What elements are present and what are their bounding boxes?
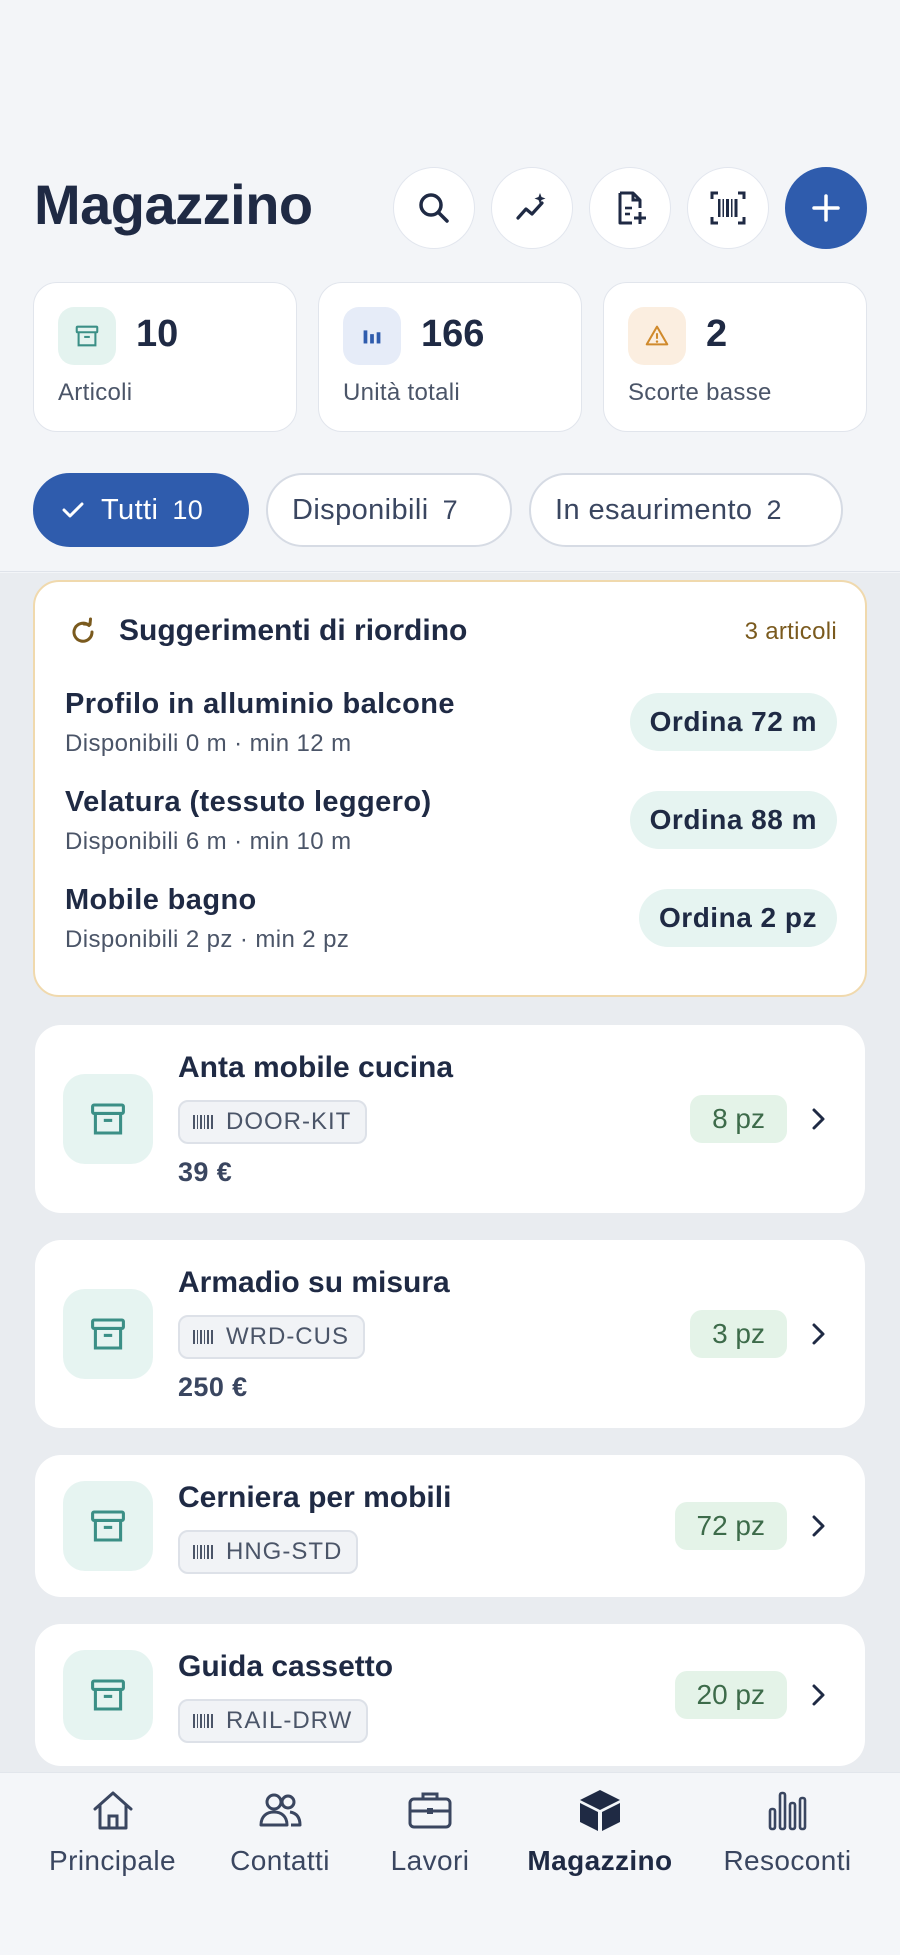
archive-icon xyxy=(58,307,116,365)
item-name: Armadio su misura xyxy=(178,1266,450,1299)
barcode-scan-icon xyxy=(710,191,746,225)
filter-label: Disponibili xyxy=(292,493,429,526)
reorder-item-name: Mobile bagno xyxy=(65,884,257,916)
home-icon xyxy=(93,1791,132,1830)
tab-contatti[interactable]: Contatti xyxy=(205,1773,355,1893)
briefcase-icon xyxy=(408,1792,452,1829)
quantity-badge: 20 pz xyxy=(674,1671,787,1719)
barcode-icon xyxy=(193,1115,213,1129)
search-icon xyxy=(419,193,449,223)
list-item[interactable]: Guida cassetto RAIL-DRW 20 pz xyxy=(35,1624,865,1766)
chevron-right-icon xyxy=(812,1323,825,1345)
filter-label: In esaurimento xyxy=(555,493,753,526)
list-item[interactable]: Anta mobile cucina DOOR-KIT 39 € 8 pz xyxy=(35,1025,865,1213)
check-icon xyxy=(62,502,84,518)
stat-label: Unità totali xyxy=(343,379,460,406)
sku-badge: DOOR-KIT xyxy=(178,1100,368,1144)
reorder-item-name: Velatura (tessuto leggero) xyxy=(65,786,432,818)
sku-text: HNG-STD xyxy=(226,1538,343,1565)
barcode-icon xyxy=(193,1714,213,1728)
quantity-badge: 72 pz xyxy=(674,1502,787,1550)
chevron-right-icon xyxy=(812,1108,825,1130)
reorder-item-detail: Disponibili 2 pz · min 2 pz xyxy=(65,926,350,953)
box-icon xyxy=(580,1790,620,1831)
bottom-tab-bar: Principale Contatti Lavori Magazzino Res… xyxy=(0,1772,900,1955)
reorder-count: 3 articoli xyxy=(744,618,837,645)
sparkle-trend-icon xyxy=(516,193,546,220)
refresh-icon xyxy=(72,617,94,643)
reorder-suggestions-card: Suggerimenti di riordino 3 articoli Prof… xyxy=(33,580,867,997)
order-button[interactable]: Ordina 72 m xyxy=(629,693,837,751)
tab-principale[interactable]: Principale xyxy=(30,1773,195,1893)
order-button[interactable]: Ordina 2 pz xyxy=(639,889,837,947)
tab-label: Lavori xyxy=(390,1845,470,1876)
bar-chart-icon xyxy=(768,1791,806,1831)
barcode-icon xyxy=(193,1545,213,1559)
chevron-right-icon xyxy=(812,1684,825,1706)
stat-label: Scorte basse xyxy=(628,379,772,406)
stat-card-low-stock: 2 Scorte basse xyxy=(603,282,867,432)
add-button[interactable] xyxy=(785,167,867,249)
sku-text: WRD-CUS xyxy=(226,1323,349,1350)
search-button[interactable] xyxy=(393,167,475,249)
filter-chip-all[interactable]: Tutti 10 xyxy=(33,473,249,547)
stat-card-articles: 10 Articoli xyxy=(33,282,297,432)
item-price: 250 € xyxy=(178,1372,248,1402)
list-item[interactable]: Armadio su misura WRD-CUS 250 € 3 pz xyxy=(35,1240,865,1428)
sku-badge: WRD-CUS xyxy=(178,1315,365,1359)
list-item[interactable]: Cerniera per mobili HNG-STD 72 pz xyxy=(35,1455,865,1597)
archive-icon xyxy=(63,1481,153,1571)
tab-label: Contatti xyxy=(230,1845,330,1876)
barcode-icon xyxy=(193,1330,213,1344)
header: Magazzino 10 Articoli 166 Unità totali 2… xyxy=(0,0,900,572)
stat-value: 166 xyxy=(421,313,485,355)
sku-text: RAIL-DRW xyxy=(226,1707,353,1734)
filter-count: 2 xyxy=(766,494,782,525)
archive-icon xyxy=(63,1650,153,1740)
sku-badge: RAIL-DRW xyxy=(178,1699,369,1743)
tab-lavori[interactable]: Lavori xyxy=(365,1773,495,1893)
tab-label: Resoconti xyxy=(723,1845,852,1876)
tab-label: Magazzino xyxy=(527,1845,673,1876)
item-name: Guida cassetto xyxy=(178,1650,394,1683)
stat-value: 2 xyxy=(706,313,728,355)
filter-count: 7 xyxy=(442,494,458,525)
quantity-badge: 3 pz xyxy=(690,1310,787,1358)
warning-icon xyxy=(628,307,686,365)
contacts-icon xyxy=(259,1793,302,1827)
archive-icon xyxy=(63,1074,153,1164)
reorder-item-name: Profilo in alluminio balcone xyxy=(65,688,455,720)
reorder-title: Suggerimenti di riordino xyxy=(119,614,468,647)
add-document-button[interactable] xyxy=(589,167,671,249)
filter-chip-available[interactable]: Disponibili 7 xyxy=(266,473,512,547)
trend-button[interactable] xyxy=(491,167,573,249)
filter-count: 10 xyxy=(172,494,204,525)
sku-text: DOOR-KIT xyxy=(226,1108,352,1135)
stat-label: Articoli xyxy=(58,379,133,406)
bar-chart-icon xyxy=(343,307,401,365)
tab-magazzino[interactable]: Magazzino xyxy=(515,1773,685,1893)
plus-icon xyxy=(812,194,840,222)
reorder-item-detail: Disponibili 0 m · min 12 m xyxy=(65,730,352,757)
item-price: 39 € xyxy=(178,1157,233,1187)
tab-label: Principale xyxy=(49,1845,176,1876)
item-name: Cerniera per mobili xyxy=(178,1481,452,1514)
sku-badge: HNG-STD xyxy=(178,1530,359,1574)
scan-barcode-button[interactable] xyxy=(687,167,769,249)
reorder-item-detail: Disponibili 6 m · min 10 m xyxy=(65,828,352,855)
archive-icon xyxy=(63,1289,153,1379)
page-title: Magazzino xyxy=(34,173,313,236)
stat-card-units: 166 Unità totali xyxy=(318,282,582,432)
document-plus-icon xyxy=(618,191,646,225)
order-button[interactable]: Ordina 88 m xyxy=(629,791,837,849)
item-name: Anta mobile cucina xyxy=(178,1051,454,1084)
filter-label: Tutti xyxy=(101,493,159,526)
chevron-right-icon xyxy=(812,1515,825,1537)
filter-chip-running-low[interactable]: In esaurimento 2 xyxy=(529,473,843,547)
tab-resoconti[interactable]: Resoconti xyxy=(705,1773,870,1893)
quantity-badge: 8 pz xyxy=(690,1095,787,1143)
stat-value: 10 xyxy=(136,313,179,355)
